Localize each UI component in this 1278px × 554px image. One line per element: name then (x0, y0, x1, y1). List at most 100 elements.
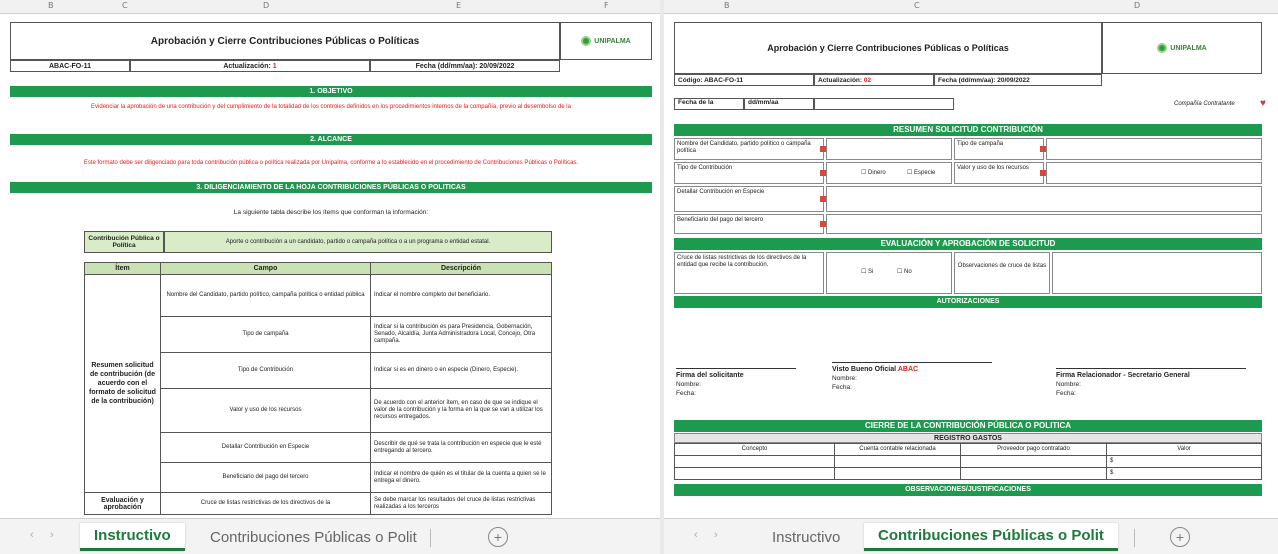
checkbox-si[interactable]: ☐ Si (861, 269, 873, 276)
section-objetivo: 1. OBJETIVO (10, 86, 652, 97)
column-header-bar[interactable]: B C D E F (0, 0, 660, 14)
registro-gastos-title: REGISTRO GASTOS (674, 433, 1262, 443)
objetivo-text: Evidenciar la aprobación de una contribu… (91, 104, 571, 110)
table-cell: Indicar el nombre de quién es el titular… (370, 462, 552, 493)
col-proveedor: Proveedor pago contratado (960, 443, 1107, 456)
doc-version: Actualización: 02 (814, 74, 934, 86)
table-cell[interactable] (834, 467, 961, 480)
observaciones-cruce-label: Observaciones de cruce de listas (954, 252, 1050, 294)
signature-oficial: Visto Bueno Oficial ABAC Nombre: Fecha: (832, 362, 992, 392)
registro-gastos-table: Concepto Cuenta contable relacionada Pro… (674, 443, 1262, 480)
sheet-tab-bar-right: ‹ › Instructivo Contribuciones Públicas … (664, 518, 1278, 554)
field-candidate-input[interactable] (826, 138, 952, 160)
add-sheet-button[interactable]: + (1170, 527, 1190, 547)
field-valor-label: Valor y uso de los recursos (954, 162, 1044, 184)
tab-contribuciones[interactable]: Contribuciones Públicas o Polit (196, 523, 431, 551)
plus-icon: + (1175, 529, 1185, 545)
checkbox-especie[interactable]: ☐ Especie (907, 170, 935, 177)
table-cell: Indicar el nombre completo del beneficia… (370, 274, 552, 317)
date-row-blank[interactable] (814, 98, 954, 110)
section-cierre: CIERRE DE LA CONTRIBUCIÓN PÚBLICA O POLI… (674, 420, 1262, 432)
section-autorizaciones: AUTORIZACIONES (674, 296, 1262, 308)
logo-text: UNIPALMA (1170, 44, 1207, 52)
field-detallar-label: Detallar Contribución en Especie (674, 186, 824, 212)
plus-icon: + (493, 529, 503, 545)
field-beneficiario-label: Beneficiario del pago del tercero (674, 214, 824, 234)
group-resumen: Resumen solicitud de contribución (de ac… (84, 274, 161, 493)
logo-icon (581, 36, 592, 46)
table-cell[interactable] (960, 455, 1107, 468)
table-cell: Tipo de Contribución (160, 352, 371, 389)
field-valor-input[interactable] (1046, 162, 1262, 184)
alcance-text: Este formato debe ser diligenciado para … (83, 160, 579, 166)
col-valor: Valor (1106, 443, 1262, 456)
section3-intro: La siguiente tabla describe los ítems qu… (233, 209, 429, 216)
sheet-title: Aprobación y Cierre Contribuciones Públi… (674, 22, 1102, 74)
contribution-type-options: ☐ Dinero ☐ Especie (826, 162, 952, 184)
field-detallar-input[interactable] (826, 186, 1262, 212)
field-campaign-input[interactable] (1046, 138, 1262, 160)
doc-version: Actualización: 1 (130, 60, 370, 72)
group-evaluacion: Evaluación y aprobación (84, 492, 161, 515)
col-concepto: Concepto (674, 443, 835, 456)
date-row-value[interactable]: dd/mm/aa (744, 98, 814, 110)
table-cell: Indicar si es en dinero o en especie (Di… (370, 352, 552, 389)
table-cell: De acuerdo con el anterior ítem, en caso… (370, 388, 552, 433)
right-workbook-pane: B C D Aprobación y Cierre Contribuciones… (664, 0, 1278, 554)
logo-icon (1157, 43, 1168, 53)
scroll-left-icon[interactable]: ‹ (30, 529, 34, 541)
table-cell: Describir de qué se trata la contribució… (370, 432, 552, 463)
definition-row: Contribución Pública o Política Aporte o… (84, 231, 552, 253)
doc-date: Fecha (dd/mm/aa): 20/09/2022 (370, 60, 560, 72)
compliance-label: Compañía Contratante (1174, 101, 1235, 107)
field-campaign-label: Tipo de campaña (954, 138, 1044, 160)
table-cell[interactable]: $ (1106, 467, 1262, 480)
checkbox-dinero[interactable]: ☐ Dinero (861, 170, 886, 177)
column-letter[interactable]: B (48, 1, 54, 10)
column-letter[interactable]: F (604, 1, 609, 10)
column-letter[interactable]: D (1134, 1, 1140, 10)
doc-code: Código: ABAC-FO-11 (674, 74, 814, 86)
table-cell[interactable] (960, 467, 1107, 480)
field-contribution-type-label: Tipo de Contribución (674, 162, 824, 184)
doc-date: Fecha (dd/mm/aa): 20/09/2022 (934, 74, 1102, 86)
table-cell: Se debe marcar los resultados del cruce … (370, 492, 552, 515)
column-letter[interactable]: C (914, 1, 920, 10)
tab-contribuciones[interactable]: Contribuciones Públicas o Polit (864, 523, 1118, 551)
table-cell: Tipo de campaña (160, 316, 371, 353)
table-cell[interactable] (834, 455, 961, 468)
col-cuenta: Cuenta contable relacionada (834, 443, 961, 456)
left-workbook-pane: B C D E F Aprobación y Cierre Contribuci… (0, 0, 660, 554)
column-letter[interactable]: C (122, 1, 128, 10)
scroll-right-icon[interactable]: › (50, 529, 54, 541)
tab-instructivo[interactable]: Instructivo (758, 523, 854, 551)
scroll-right-icon[interactable]: › (714, 529, 718, 541)
company-logo: UNIPALMA (560, 22, 652, 60)
cruce-options: ☐ Si ☐ No (826, 252, 952, 294)
column-header-bar[interactable]: B C D (664, 0, 1278, 14)
scroll-left-icon[interactable]: ‹ (694, 529, 698, 541)
table-cell: Nombre del Candidato, partido político, … (160, 274, 371, 317)
column-letter[interactable]: D (263, 1, 269, 10)
table-cell[interactable] (674, 467, 835, 480)
observaciones-cruce-input[interactable] (1052, 252, 1262, 294)
column-letter[interactable]: E (456, 1, 461, 10)
table-cell[interactable] (674, 455, 835, 468)
sheet-title: Aprobación y Cierre Contribuciones Públi… (10, 22, 560, 60)
section-alcance: 2. ALCANCE (10, 134, 652, 145)
table-cell[interactable]: $ (1106, 455, 1262, 468)
tab-instructivo[interactable]: Instructivo (80, 523, 185, 551)
tab-separator (430, 529, 431, 547)
logo-text: UNIPALMA (594, 37, 631, 45)
table-cell: Indicar si la contribución es para Presi… (370, 316, 552, 353)
table-cell: Cruce de listas restrictivas de los dire… (160, 492, 371, 515)
add-sheet-button[interactable]: + (488, 527, 508, 547)
table-cell: Beneficiario del pago del tercero (160, 462, 371, 493)
definition-term: Contribución Pública o Política (84, 231, 164, 253)
doc-code: ABAC-FO-11 (10, 60, 130, 72)
field-beneficiario-input[interactable] (826, 214, 1262, 234)
cruce-label: Cruce de listas restrictivas de los dire… (674, 252, 824, 294)
section-evaluacion: EVALUACIÓN Y APROBACIÓN DE SOLICITUD (674, 238, 1262, 250)
checkbox-no[interactable]: ☐ No (897, 269, 912, 276)
column-letter[interactable]: B (724, 1, 730, 10)
